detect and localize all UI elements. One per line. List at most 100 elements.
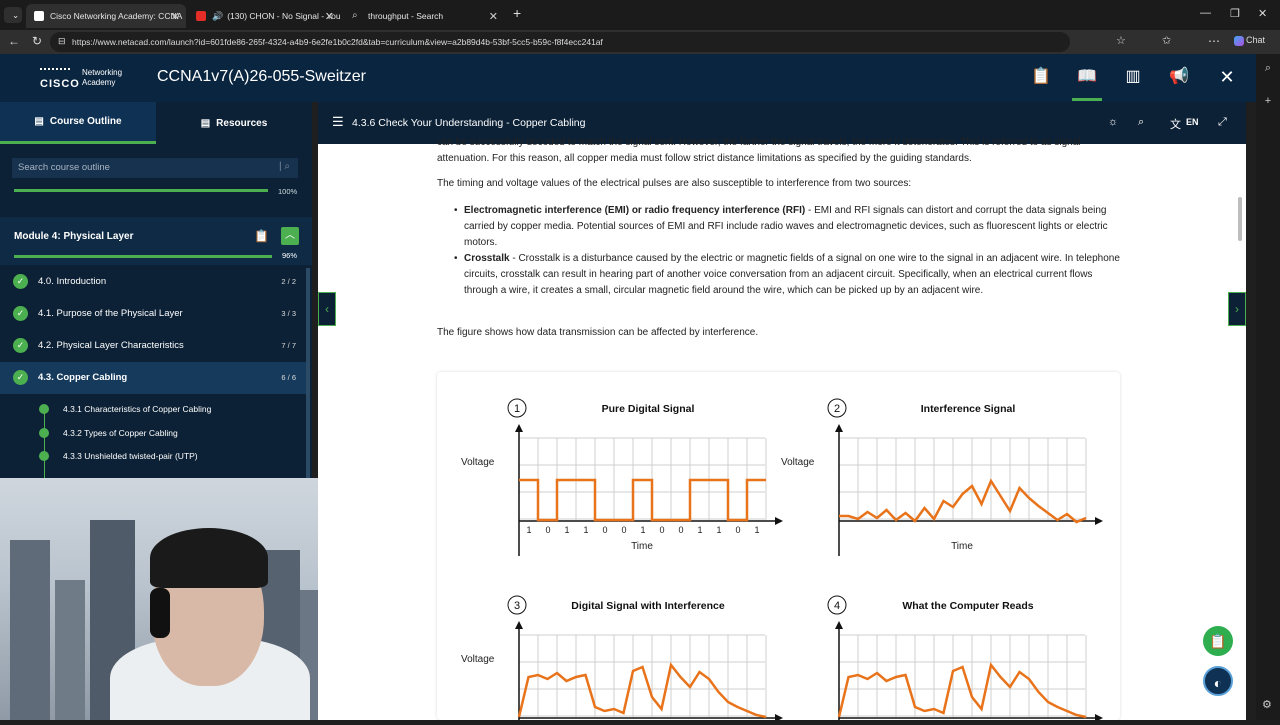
translate-icon[interactable]: 文: [1170, 116, 1181, 132]
search-icon[interactable]: ⌕: [1138, 116, 1144, 129]
panel-y-label: Voltage: [781, 457, 815, 468]
previous-page-arrow[interactable]: ‹: [318, 292, 336, 326]
crosstalk-bullet: Crosstalk - Crosstalk is a disturbance c…: [454, 251, 1124, 299]
browser-tab-search[interactable]: ⌕ throughput - Search ✕: [344, 4, 504, 28]
complete-dot-icon: [39, 404, 49, 414]
megaphone-icon[interactable]: 📢: [1168, 66, 1190, 88]
subitem-utp[interactable]: 4.3.3 Unshielded twisted-pair (UTP): [0, 445, 306, 468]
url-field[interactable]: ⊟ https://www.netacad.com/launch?id=601f…: [50, 32, 1070, 52]
search-placeholder: Search course outline: [18, 162, 110, 173]
content-scrollbar[interactable]: [1238, 197, 1242, 241]
tab-course-outline[interactable]: ▤ Course Outline: [0, 102, 156, 144]
bit-label: 0: [735, 525, 740, 535]
subitem-label: 4.3.3 Unshielded twisted-pair (UTP): [63, 451, 198, 461]
floating-assistant-button[interactable]: ◐: [1203, 666, 1233, 696]
browser-tab-youtube[interactable]: 🔊 (130) CHON - No Signal - You ✕: [188, 4, 340, 28]
sidebar-item-label: 4.1. Purpose of the Physical Layer: [38, 308, 183, 319]
favorites-icon[interactable]: ✩: [1162, 34, 1171, 47]
netacad-favicon-icon: [34, 11, 44, 21]
x-axis-arrow: [775, 714, 783, 722]
clipboard-icon[interactable]: 📋: [1030, 66, 1052, 88]
grades-chart-icon[interactable]: ▥: [1122, 66, 1144, 88]
interference-signal-trace: [839, 478, 1087, 524]
sidebar-scrollbar[interactable]: [306, 268, 310, 478]
bit-label: 1: [697, 525, 702, 535]
tab-title: Cisco Networking Academy: CCNA: [50, 11, 183, 21]
attenuation-paragraph: can be successfully decoded to match the…: [437, 137, 1081, 164]
panel-number: 2: [834, 403, 840, 415]
address-bar-row: ← ↻ ⊟ https://www.netacad.com/launch?id=…: [0, 30, 1280, 77]
close-course-icon[interactable]: ✕: [1216, 66, 1238, 88]
sidebar-item-copper-cabling[interactable]: ✓ 4.3. Copper Cabling 6 / 6: [0, 362, 306, 394]
search-sidebar-icon[interactable]: ⌕: [1256, 62, 1280, 75]
language-selector[interactable]: EN: [1186, 117, 1199, 127]
interference-figure: 1 Pure Digital Signal Voltage Time 1 0 1 1 0 0 1 0 0…: [437, 372, 1120, 725]
subitem-characteristics-copper[interactable]: 4.3.1 Characteristics of Copper Cabling: [0, 398, 306, 421]
expand-icon[interactable]: ⤢: [1218, 116, 1227, 129]
cisco-networking-academy-logo[interactable]: Networking CISCO Academy: [40, 68, 122, 90]
new-tab-button[interactable]: +: [513, 5, 521, 21]
module-header[interactable]: Module 4: Physical Layer 📋 ︿ 96%: [0, 217, 312, 265]
search-outline-input[interactable]: Search course outline | ⌕: [12, 158, 298, 178]
sidebar-item-characteristics[interactable]: ✓ 4.2. Physical Layer Characteristics 7 …: [0, 330, 306, 362]
bit-label: 0: [659, 525, 664, 535]
back-icon[interactable]: ←: [8, 34, 20, 48]
bit-label: 1: [640, 525, 645, 535]
figure-caption-paragraph: The figure shows how data transmission c…: [437, 327, 759, 338]
x-axis-arrow: [775, 517, 783, 525]
floating-clipboard-button[interactable]: 📋: [1203, 626, 1233, 656]
y-axis-arrow: [835, 424, 843, 432]
settings-gear-icon[interactable]: ⚙: [1262, 698, 1272, 711]
open-book-icon[interactable]: 📖: [1072, 66, 1102, 101]
youtube-favicon-icon: [196, 11, 206, 21]
close-icon[interactable]: ✕: [171, 10, 180, 23]
menu-icon[interactable]: ☰: [332, 114, 344, 130]
sidebar-item-count: 6 / 6: [281, 373, 296, 382]
tab-list-button[interactable]: ⌄: [4, 7, 22, 23]
copilot-icon: [1234, 35, 1244, 46]
headphone: [150, 588, 170, 638]
complete-dot-icon: [39, 451, 49, 461]
favorite-star-icon[interactable]: ☆: [1116, 34, 1126, 47]
sidebar-item-label: 4.0. Introduction: [38, 276, 107, 287]
sidebar-item-count: 7 / 7: [281, 341, 296, 350]
sidebar-item-introduction[interactable]: ✓ 4.0. Introduction 2 / 2: [0, 266, 306, 298]
copilot-chat-button[interactable]: Chat: [1234, 35, 1265, 46]
minimize-icon[interactable]: —: [1200, 7, 1211, 19]
bit-label: 1: [583, 525, 588, 535]
outline-doc-icon: ▤: [34, 116, 44, 127]
check-icon: ✓: [13, 306, 28, 321]
browser-tab-netacad[interactable]: Cisco Networking Academy: CCNA ✕: [26, 4, 186, 28]
maximize-icon[interactable]: ❐: [1230, 7, 1240, 20]
refresh-icon[interactable]: ↻: [32, 34, 42, 48]
interference-signal-trace: [837, 662, 1087, 719]
brightness-icon[interactable]: ☼: [1108, 116, 1118, 128]
search-icon[interactable]: | ⌕: [279, 161, 290, 172]
browser-tab-bar: ⌄ Cisco Networking Academy: CCNA ✕ 🔊 (13…: [0, 0, 1280, 30]
tab-label: Course Outline: [49, 116, 122, 127]
next-page-arrow[interactable]: ›: [1228, 292, 1246, 326]
bit-label: 1: [716, 525, 721, 535]
subitem-types-copper[interactable]: 4.3.2 Types of Copper Cabling: [0, 422, 306, 445]
city-building: [55, 580, 85, 720]
panel-title: Pure Digital Signal: [602, 403, 695, 415]
add-sidebar-icon[interactable]: +: [1256, 95, 1280, 107]
site-info-icon[interactable]: ⊟: [58, 36, 66, 47]
collapse-chevron-up-icon[interactable]: ︿: [281, 227, 299, 245]
window-close-icon[interactable]: ✕: [1258, 7, 1267, 20]
tab-resources[interactable]: ▤ Resources: [156, 102, 312, 144]
close-icon[interactable]: ✕: [489, 10, 498, 23]
close-icon[interactable]: ✕: [325, 10, 334, 23]
panel-title: Interference Signal: [921, 403, 1016, 415]
tab-title: throughput - Search: [368, 11, 444, 21]
subitem-label: 4.3.1 Characteristics of Copper Cabling: [63, 404, 212, 414]
more-menu-icon[interactable]: ⋯: [1208, 34, 1220, 48]
bit-label: 0: [678, 525, 683, 535]
resources-doc-icon: ▤: [200, 117, 211, 129]
module-quiz-clipboard-icon[interactable]: 📋: [254, 229, 269, 243]
sidebar-item-purpose[interactable]: ✓ 4.1. Purpose of the Physical Layer 3 /…: [0, 298, 306, 330]
tab-title: (130) CHON - No Signal - You: [227, 11, 340, 21]
digital-signal-trace: [519, 478, 766, 522]
panel-number: 3: [514, 600, 520, 612]
sidebar-item-label: 4.3. Copper Cabling: [38, 372, 128, 383]
